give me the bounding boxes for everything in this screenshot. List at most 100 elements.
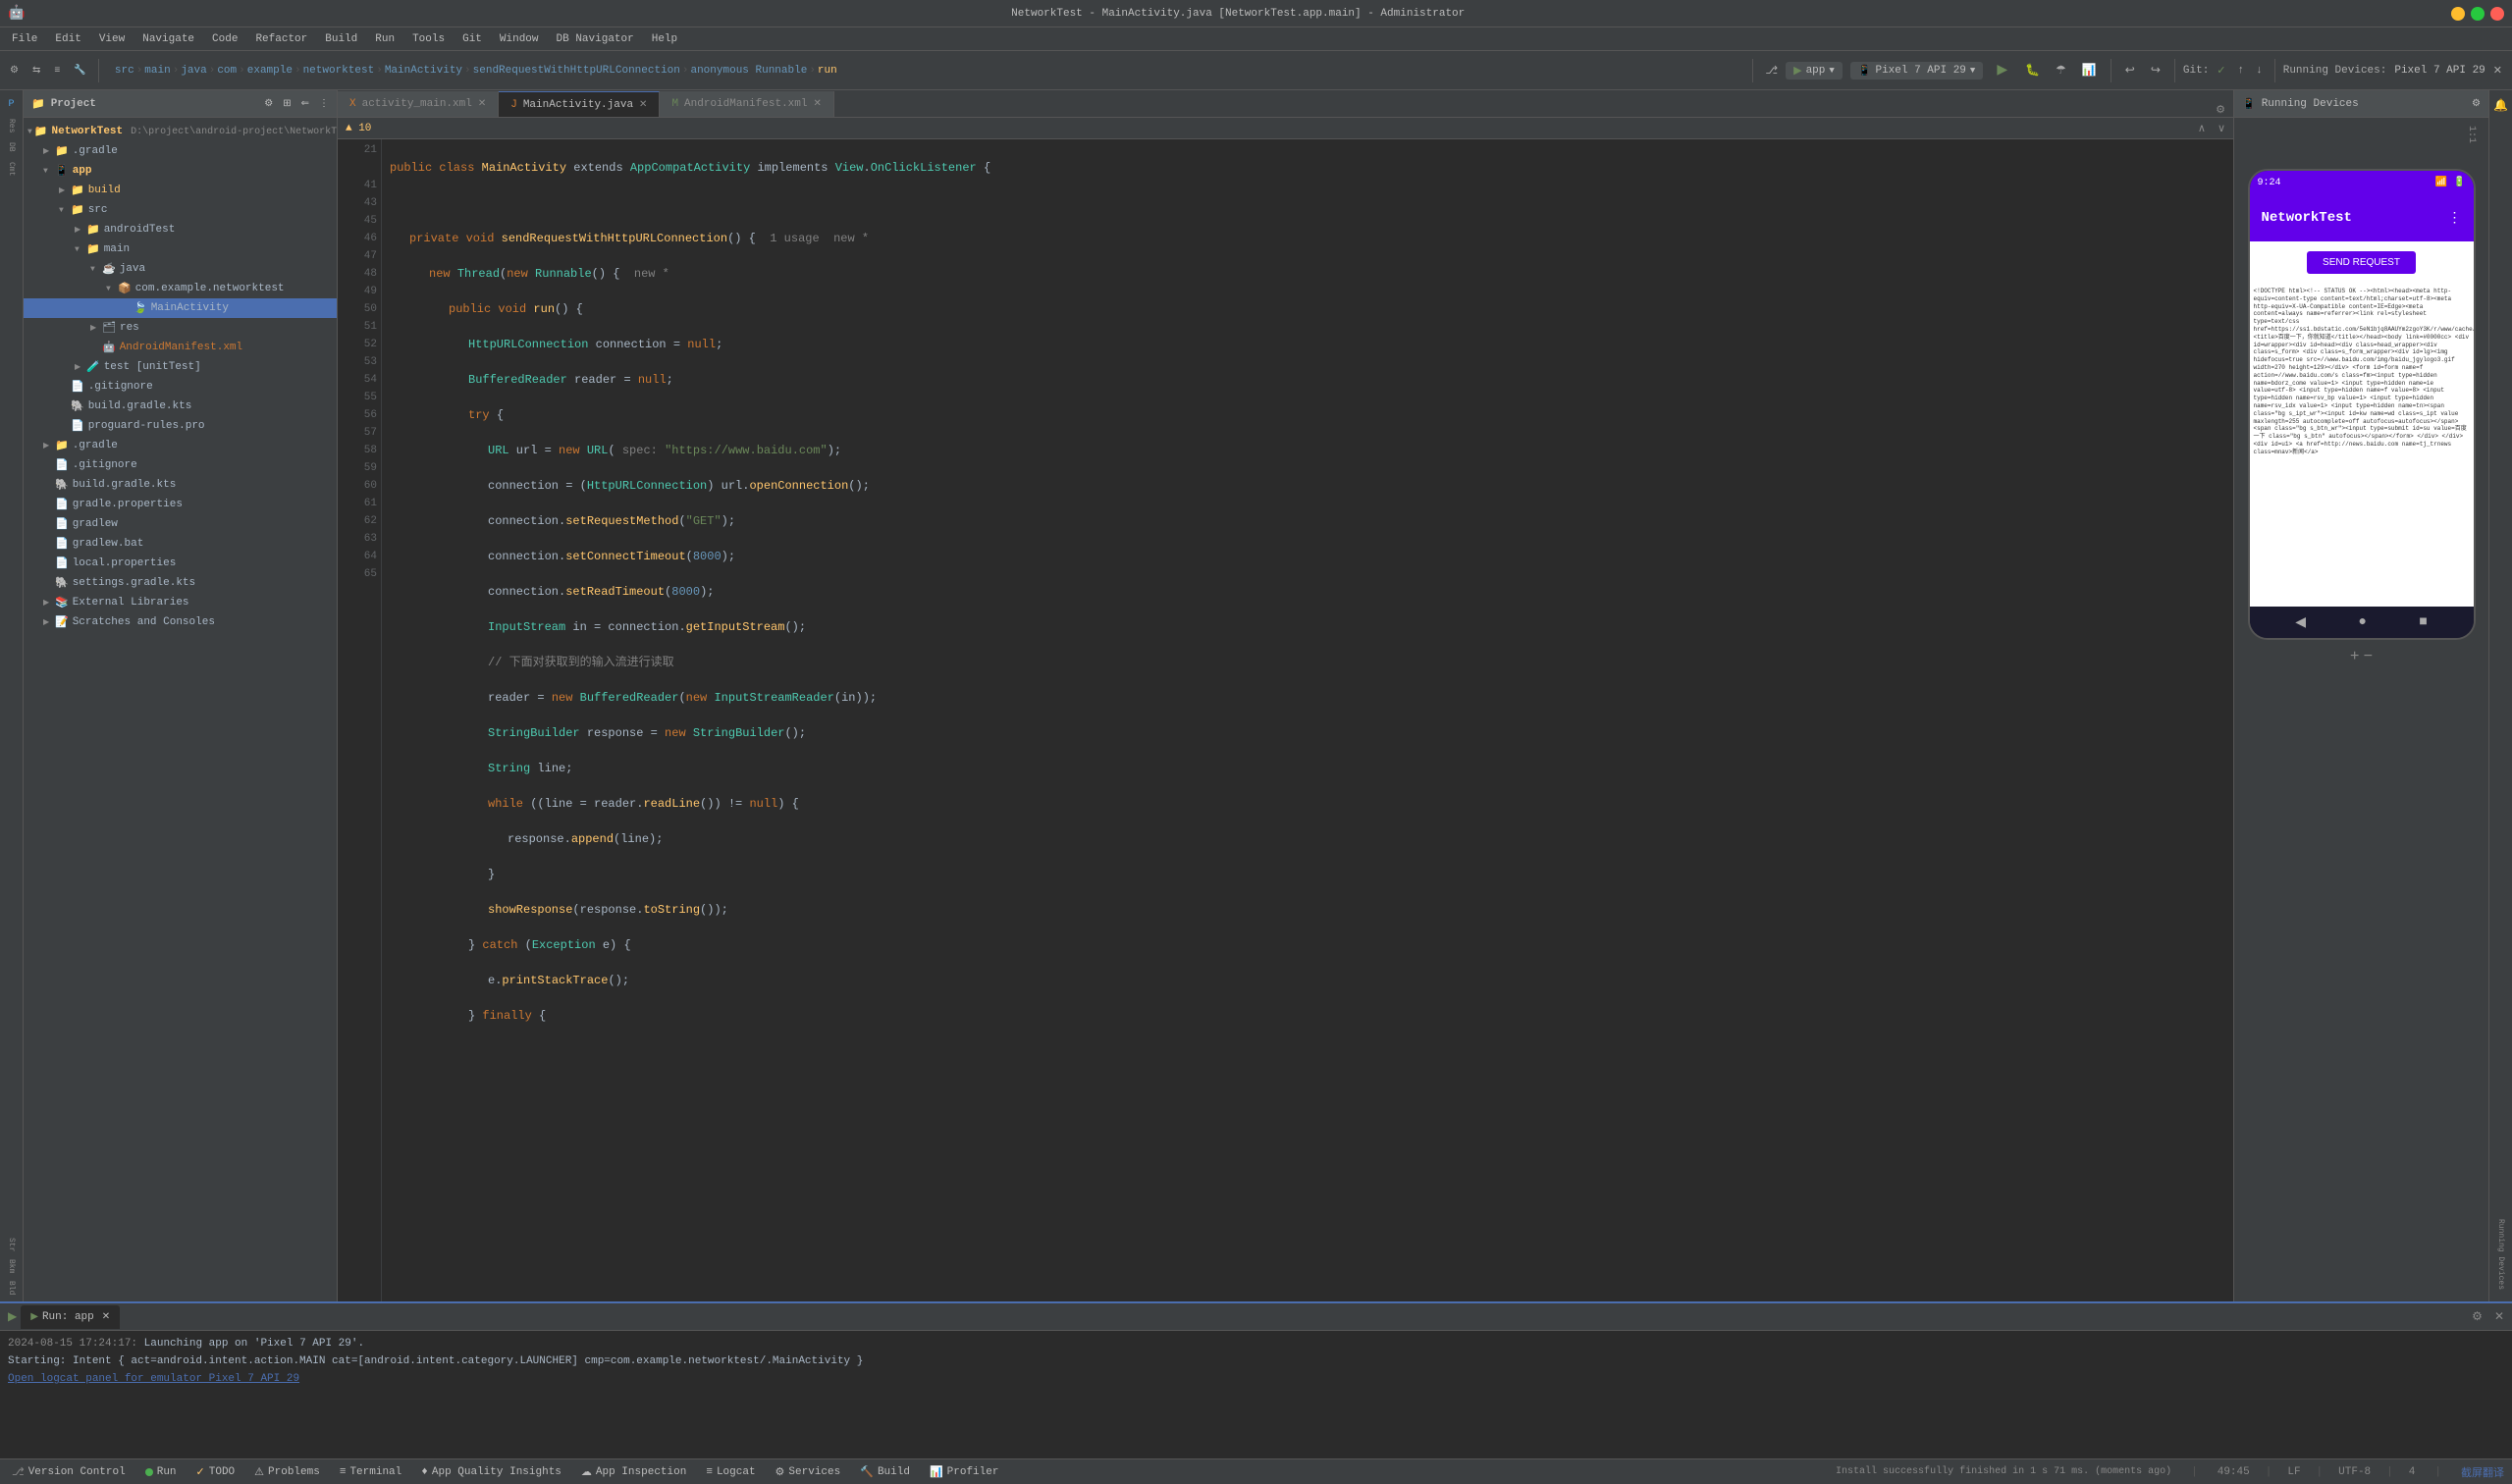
tree-item-build[interactable]: ▶ 📁 build [24,181,337,200]
tree-item-main[interactable]: ▼ 📁 main [24,239,337,259]
tree-item-src[interactable]: ▼ 📁 src [24,200,337,220]
menu-edit[interactable]: Edit [47,31,88,47]
tab-close-xml[interactable]: ✕ [478,98,486,110]
toolbar-profile-button[interactable]: 📊 [2076,61,2103,80]
project-config-icon[interactable]: ⚙ [264,98,273,110]
tree-item-gradlew[interactable]: 📄 gradlew [24,514,337,534]
toolbar-btn-settings[interactable]: ⚙ [6,64,23,79]
status-services[interactable]: ⚙ Services [772,1463,845,1481]
status-app-quality[interactable]: ♦ App Quality Insights [417,1464,565,1480]
status-version-control[interactable]: ⎇ Version Control [8,1463,130,1481]
phone-nav-back[interactable]: ◀ [2295,614,2306,631]
menu-code[interactable]: Code [204,31,245,47]
menu-db-navigator[interactable]: DB Navigator [549,31,642,47]
menu-navigate[interactable]: Navigate [134,31,202,47]
toolbar-push[interactable]: ↑ [2234,63,2249,79]
breadcrumb-example[interactable]: example [247,65,293,77]
bottom-close-icon[interactable]: ✕ [2494,1309,2504,1324]
toolbar-btn-config[interactable]: 🔧 [70,64,89,79]
menu-help[interactable]: Help [644,31,685,47]
phone-nav-recent[interactable]: ■ [2419,614,2427,630]
right-icon-notifications[interactable]: 🔔 [2493,94,2508,117]
device-panel-settings-icon[interactable]: ⚙ [2472,98,2481,110]
tree-item-test[interactable]: ▶ 🧪 test [unitTest] [24,357,337,377]
status-problems[interactable]: ⚠ Problems [250,1463,324,1481]
toolbar-coverage-button[interactable]: ☂ [2050,61,2072,80]
tree-item-androidtest[interactable]: ▶ 📁 androidTest [24,220,337,239]
status-app-inspection[interactable]: ☁ App Inspection [577,1463,690,1481]
menu-run[interactable]: Run [367,31,402,47]
tree-item-root[interactable]: ▼ 📁 NetworkTest D:\project\android-proje… [24,122,337,141]
sidebar-icon-commit[interactable]: Cmt [2,159,22,179]
tree-item-app[interactable]: ▼ 📱 app [24,161,337,181]
toolbar-btn-sync[interactable]: ⇆ [28,64,44,79]
status-run[interactable]: Run [141,1464,181,1480]
bottom-settings-icon[interactable]: ⚙ [2472,1309,2483,1324]
status-todo[interactable]: ✓ TODO [192,1463,240,1481]
tree-item-external-libraries[interactable]: ▶ 📚 External Libraries [24,593,337,612]
menu-file[interactable]: File [4,31,45,47]
toolbar-commit[interactable]: ✓ [2213,62,2229,80]
breadcrumb-method[interactable]: sendRequestWithHttpURLConnection [473,65,680,77]
phone-send-button[interactable]: SEND REQUEST [2307,251,2416,274]
sidebar-icon-bookmarks[interactable]: Bkm [2,1256,22,1276]
project-options-icon[interactable]: ⋮ [319,98,329,110]
toolbar-git-icon[interactable]: ⎇ [1761,62,1782,80]
breadcrumb-main[interactable]: main [144,65,170,77]
tree-item-local-properties[interactable]: 📄 local.properties [24,554,337,573]
project-collapse-icon[interactable]: ⇐ [301,98,309,110]
tree-item-gradlew-bat[interactable]: 📄 gradlew.bat [24,534,337,554]
toolbar-device-close[interactable]: ✕ [2489,62,2506,80]
breadcrumb-src[interactable]: src [115,65,134,77]
tab-settings-icon[interactable]: ⚙ [2208,103,2233,117]
minimize-button[interactable] [2451,7,2465,21]
sidebar-icon-variants[interactable]: Bld [2,1278,22,1298]
tree-item-build-gradle-app[interactable]: 🐘 build.gradle.kts [24,397,337,416]
tree-item-scratches[interactable]: ▶ 📝 Scratches and Consoles [24,612,337,632]
close-button[interactable] [2490,7,2504,21]
breadcrumb-com[interactable]: com [217,65,237,77]
menu-tools[interactable]: Tools [404,31,453,47]
tree-item-gitignore-app[interactable]: 📄 .gitignore [24,377,337,397]
run-config-selector[interactable]: ▶ app ▼ [1786,62,1843,80]
status-translate[interactable]: 截屏翻译 [2461,1464,2504,1480]
tab-androidmanifest-xml[interactable]: M AndroidManifest.xml ✕ [660,91,833,117]
breadcrumb-runnable[interactable]: anonymous Runnable [690,65,807,77]
tree-item-java[interactable]: ▼ ☕ java [24,259,337,279]
tree-item-proguard[interactable]: 📄 proguard-rules.pro [24,416,337,436]
toolbar-debug-button[interactable]: 🐛 [2019,61,2046,80]
toolbar-redo[interactable]: ↪ [2145,61,2166,80]
project-layout-icon[interactable]: ⊞ [283,98,291,110]
tree-item-gradle[interactable]: ▶ 📁 .gradle [24,436,337,455]
tree-item-package[interactable]: ▼ 📦 com.example.networktest [24,279,337,298]
warnings-nav-down[interactable]: ∨ [2218,122,2225,135]
tree-item-androidmanifest[interactable]: 🤖 AndroidManifest.xml [24,338,337,357]
status-terminal[interactable]: ≡ Terminal [336,1464,405,1480]
tree-item-gradle-root[interactable]: ▶ 📁 .gradle [24,141,337,161]
sidebar-icon-project[interactable]: P [2,94,22,114]
toolbar-undo[interactable]: ↩ [2119,61,2141,80]
code-editor[interactable]: public class MainActivity extends AppCom… [382,139,2233,1301]
menu-build[interactable]: Build [317,31,365,47]
sidebar-icon-structure[interactable]: Str [2,1235,22,1254]
tree-item-mainactivity[interactable]: 🍃 MainActivity [24,298,337,318]
menu-refactor[interactable]: Refactor [247,31,315,47]
tree-item-gradle-properties[interactable]: 📄 gradle.properties [24,495,337,514]
toolbar-pull[interactable]: ↓ [2252,63,2267,79]
breadcrumb-mainactivity[interactable]: MainActivity [385,65,462,77]
right-icon-running-devices[interactable]: Running Devices [2496,1211,2505,1298]
tab-mainactivity-java[interactable]: J MainActivity.java ✕ [499,91,660,117]
sidebar-icon-resource[interactable]: Res [2,116,22,135]
sidebar-icon-db[interactable]: DB [2,137,22,157]
status-build[interactable]: 🔨 Build [856,1463,914,1481]
menu-git[interactable]: Git [454,31,490,47]
device-zoom-in-icon[interactable]: + [2350,648,2360,665]
tree-item-res[interactable]: ▶ 🗂 res [24,318,337,338]
status-logcat[interactable]: ≡ Logcat [702,1464,759,1480]
tab-close-java[interactable]: ✕ [639,99,647,111]
status-profiler[interactable]: 📊 Profiler [926,1463,1003,1481]
menu-window[interactable]: Window [492,31,547,47]
tab-activity-main-xml[interactable]: X activity_main.xml ✕ [338,91,499,117]
breadcrumb-java[interactable]: java [181,65,206,77]
device-selector[interactable]: 📱 Pixel 7 API 29 ▼ [1850,62,1984,80]
